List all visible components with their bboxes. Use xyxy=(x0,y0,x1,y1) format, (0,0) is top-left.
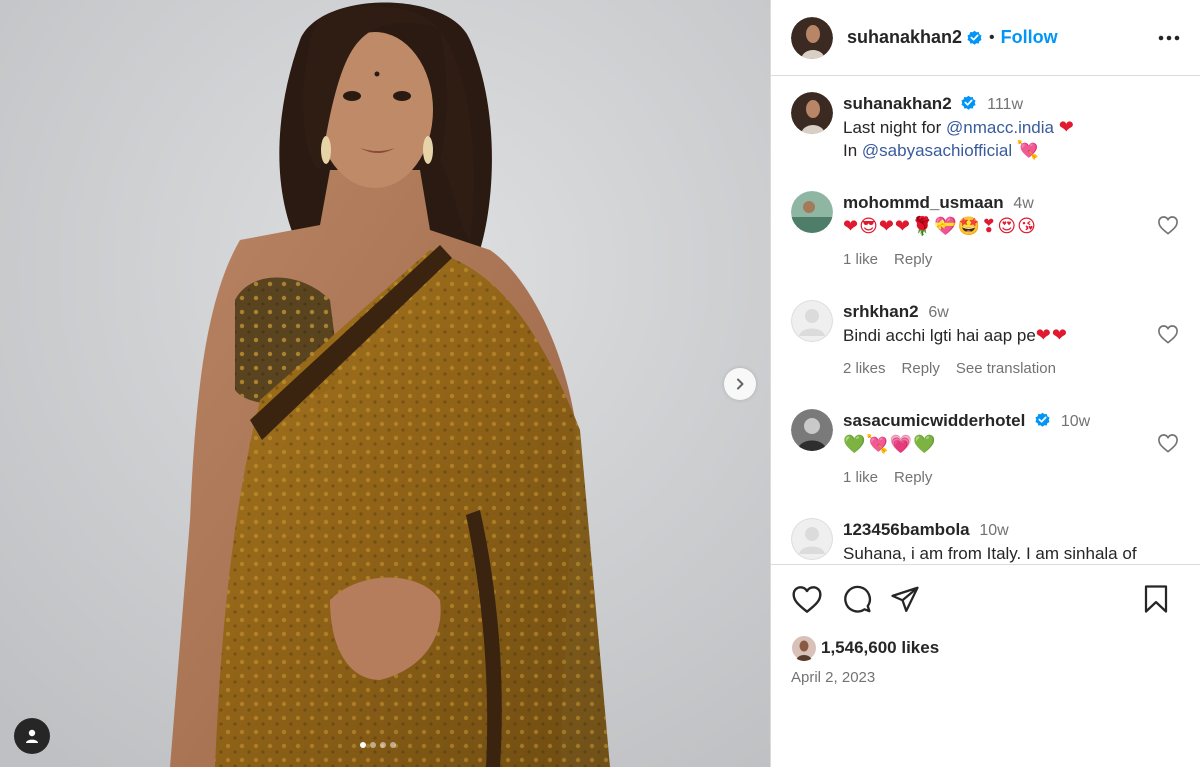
mention-link[interactable]: @sabyasachiofficial xyxy=(862,141,1012,160)
heart-emoji: ❤ xyxy=(1058,117,1075,138)
verified-badge-icon xyxy=(1035,412,1050,427)
reply-button[interactable]: Reply xyxy=(894,248,932,271)
post-date: April 2, 2023 xyxy=(791,669,876,686)
liker-avatar xyxy=(791,635,817,661)
carousel-dot xyxy=(360,742,366,748)
caption-line2: In xyxy=(843,141,862,160)
comment-time[interactable]: 4w xyxy=(1013,195,1033,212)
comment-time[interactable]: 10w xyxy=(1061,413,1090,430)
more-options-icon xyxy=(1158,35,1180,40)
heart-emoji: ❤❤ xyxy=(1035,325,1068,346)
comment-text: Bindi acchi lgti hai aap pe xyxy=(843,326,1036,345)
comment-item: mohommd_usmaan 4w ❤😎❤❤🌹💝🤩❣😍😘 1 like Repl… xyxy=(791,191,1181,271)
comment-item: 123456bambola 10w Suhana, i am from Ital… xyxy=(791,518,1181,564)
carousel-indicator xyxy=(360,742,396,748)
post-header: suhanakhan2 • Follow xyxy=(771,0,1200,76)
header-separator: • xyxy=(989,28,995,46)
user-tags-button[interactable] xyxy=(14,718,50,754)
mention-link[interactable]: @nmacc.india xyxy=(946,118,1054,137)
post-details-panel: suhanakhan2 • Follow suhanakhan2 111w La… xyxy=(770,0,1200,767)
heart-icon xyxy=(792,586,822,613)
post-actions: 1,546,600 likes April 2, 2023 xyxy=(771,564,1200,767)
bookmark-icon xyxy=(1144,585,1168,613)
like-comment-button[interactable] xyxy=(1157,433,1179,458)
comment-button[interactable] xyxy=(841,584,872,615)
comment-username[interactable]: 123456bambola xyxy=(843,520,970,539)
post-media[interactable] xyxy=(0,0,770,767)
comment-time[interactable]: 10w xyxy=(979,522,1008,539)
caption: suhanakhan2 111w Last night for @nmacc.i… xyxy=(791,92,1181,162)
like-comment-button[interactable] xyxy=(1157,324,1179,349)
likes-count[interactable]: 1,546,600 likes xyxy=(821,638,939,658)
carousel-dot xyxy=(390,742,396,748)
heart-icon xyxy=(1158,216,1178,235)
commenter-avatar[interactable] xyxy=(791,409,833,451)
next-media-button[interactable] xyxy=(724,368,756,400)
comment-icon xyxy=(844,585,871,613)
heart-icon xyxy=(1158,434,1178,453)
reply-button[interactable]: Reply xyxy=(902,357,940,380)
save-button[interactable] xyxy=(1143,584,1169,614)
comment-time[interactable]: 6w xyxy=(928,304,948,321)
see-translation-button[interactable]: See translation xyxy=(956,357,1056,380)
author-avatar[interactable] xyxy=(791,16,833,59)
comment-likes[interactable]: 2 likes xyxy=(843,357,886,380)
likes-summary[interactable]: 1,546,600 likes xyxy=(791,635,1181,661)
carousel-dot xyxy=(380,742,386,748)
verified-badge-icon xyxy=(967,30,982,45)
comment-username[interactable]: sasacumicwidderhotel xyxy=(843,411,1025,430)
paper-plane-icon xyxy=(891,586,919,612)
comment-item: srhkhan2 6w Bindi acchi lgti hai aap pe❤… xyxy=(791,300,1181,380)
comment-text: ❤😎❤❤🌹💝🤩❣😍😘 xyxy=(843,216,1037,237)
author-username[interactable]: suhanakhan2 xyxy=(847,27,962,48)
share-button[interactable] xyxy=(890,585,920,613)
comment-username[interactable]: srhkhan2 xyxy=(843,302,919,321)
post-photo xyxy=(0,0,770,767)
comment-username[interactable]: mohommd_usmaan xyxy=(843,193,1004,212)
heart-arrow-emoji: 💘 xyxy=(1016,140,1041,161)
caption-time[interactable]: 111w xyxy=(987,96,1023,113)
follow-button[interactable]: Follow xyxy=(1001,27,1058,48)
verified-badge-icon xyxy=(961,95,976,110)
commenter-avatar[interactable] xyxy=(791,191,833,233)
commenter-avatar[interactable] xyxy=(791,518,833,560)
more-options-button[interactable] xyxy=(1158,35,1180,41)
like-comment-button[interactable] xyxy=(1157,215,1179,240)
chevron-right-icon xyxy=(737,378,744,390)
comment-text: Suhana, i am from Italy. I am sinhala of xyxy=(843,544,1137,563)
user-tag-icon xyxy=(26,729,38,743)
carousel-dot xyxy=(370,742,376,748)
comment-likes[interactable]: 1 like xyxy=(843,466,878,489)
caption-line1: Last night for xyxy=(843,118,947,137)
comment-item: sasacumicwidderhotel 10w 💚💘💗💚 1 like Rep… xyxy=(791,409,1181,489)
caption-username[interactable]: suhanakhan2 xyxy=(843,94,952,113)
commenter-avatar[interactable] xyxy=(791,300,833,342)
comment-text: 💚💘💗💚 xyxy=(843,434,937,455)
like-button[interactable] xyxy=(791,584,823,614)
comments-list[interactable]: suhanakhan2 111w Last night for @nmacc.i… xyxy=(771,76,1200,564)
comment-likes[interactable]: 1 like xyxy=(843,248,878,271)
heart-icon xyxy=(1158,325,1178,344)
caption-avatar[interactable] xyxy=(791,92,833,134)
reply-button[interactable]: Reply xyxy=(894,466,932,489)
